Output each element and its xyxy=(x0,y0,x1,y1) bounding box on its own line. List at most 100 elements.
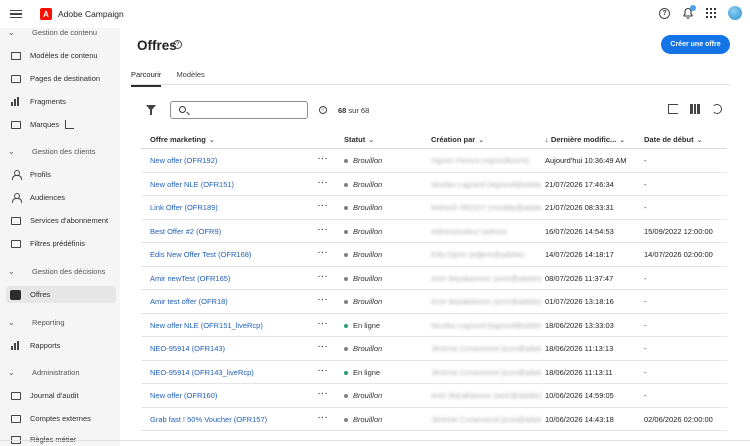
table-row[interactable]: New offer NLE (OFR151) ··· Brouillon Nicola… xyxy=(141,173,727,196)
created-by-cell: Amir Bejrakiarevic (amir@adobe) xyxy=(431,391,541,400)
table-row[interactable]: New offer (OFR192) ··· Brouillon Vignes Flo… xyxy=(141,149,727,173)
offer-name-link[interactable]: Link Offer (OFR189) xyxy=(150,203,218,212)
help-icon[interactable]: ? xyxy=(659,7,670,19)
offer-name-link[interactable]: New offer (OFR160) xyxy=(150,391,217,400)
table-row[interactable]: New offer (OFR160) ··· Brouillon Amir Bejra… xyxy=(141,384,727,408)
offer-name-link[interactable]: Grab fast ! 50% Voucher (OFR157) xyxy=(150,415,267,424)
offer-name-link[interactable]: NEO-95914 (OFR143_liveRcp) xyxy=(150,368,254,377)
section-reporting[interactable]: ⌄ Reporting xyxy=(8,318,65,327)
search-input[interactable] xyxy=(170,101,308,119)
status-badge: En ligne xyxy=(344,368,380,377)
sidebar-item-content-templates[interactable]: Modèles de contenu xyxy=(6,47,116,64)
table-row[interactable]: Link Offer (OFR189) ··· Brouillon Mahesh RE… xyxy=(141,196,727,220)
status-dot-icon xyxy=(344,253,348,258)
columns-icon[interactable] xyxy=(690,104,700,114)
section-administration[interactable]: ⌄ Administration xyxy=(8,368,80,377)
column-header-last-modified[interactable]: ↓ Dernière modific... ⌄ xyxy=(545,135,625,144)
menu-icon[interactable] xyxy=(10,10,22,18)
sidebar-item-reports[interactable]: Rapports xyxy=(6,337,116,354)
offer-name-link[interactable]: NEO-95914 (OFR143) xyxy=(150,344,225,353)
more-actions-icon[interactable]: ··· xyxy=(318,342,329,351)
notification-bell-icon[interactable] xyxy=(682,5,696,19)
sidebar-item-offers[interactable]: Offres xyxy=(6,286,116,303)
sidebar-item-subscription-services[interactable]: Services d'abonnement xyxy=(6,212,116,229)
more-actions-icon[interactable]: ··· xyxy=(318,413,329,422)
start-date-cell: - xyxy=(644,273,647,283)
status-dot-icon xyxy=(344,300,348,305)
created-by-cell: Administrateur (admin) xyxy=(431,226,507,236)
table-row[interactable]: Amir newTest (OFR165) ··· Brouillon Amir Be… xyxy=(141,267,727,290)
more-actions-icon[interactable]: ··· xyxy=(318,389,329,398)
last-modified-cell: 18/06/2026 11:13:11 xyxy=(545,367,613,377)
offer-name-link[interactable]: Best Offer #2 (OFR9) xyxy=(150,227,221,236)
table-row[interactable]: Grab fast ! 50% Voucher (OFR157) ··· Broui… xyxy=(141,408,727,431)
offer-name-link[interactable]: New offer NLE (OFR151) xyxy=(150,180,234,189)
column-header-start-date[interactable]: Date de début ⌄ xyxy=(644,135,702,144)
column-header-status[interactable]: Statut ⌄ xyxy=(344,135,374,144)
info-icon[interactable]: i xyxy=(319,106,327,114)
sidebar-item-external-accounts[interactable]: Comptes externes xyxy=(6,410,116,427)
export-icon[interactable] xyxy=(668,104,678,114)
top-bar: A Adobe Campaign ? xyxy=(0,0,750,28)
section-decision-management[interactable]: ⌄ Gestion des décisions xyxy=(8,267,105,276)
help-icon[interactable]: ? xyxy=(173,40,182,49)
status-dot-icon xyxy=(344,229,348,234)
account-icon xyxy=(10,414,21,424)
more-actions-icon[interactable]: ··· xyxy=(318,225,329,234)
last-modified-cell: 10/06/2026 14:59:05 xyxy=(545,391,614,400)
refresh-icon[interactable] xyxy=(712,104,722,114)
offer-name-link[interactable]: Amir newTest (OFR165) xyxy=(150,274,230,283)
start-date-cell: - xyxy=(644,391,647,400)
chevron-down-icon: ⌄ xyxy=(8,28,15,37)
more-actions-icon[interactable]: ··· xyxy=(318,154,329,163)
table-row[interactable]: Edis New Offer Test (OFR168) ··· Brouillon… xyxy=(141,243,727,267)
status-badge: Brouillon xyxy=(344,156,382,165)
table-row[interactable]: Amir test offer (OFR18) ··· Brouillon Amir … xyxy=(141,290,727,314)
table-row[interactable]: NEO-95914 (OFR143) ··· Brouillon Jérémie Co… xyxy=(141,337,727,361)
audience-icon xyxy=(10,193,22,203)
last-modified-cell: 21/07/2026 17:46:34 xyxy=(545,179,614,189)
sidebar-item-profiles[interactable]: Profils xyxy=(6,166,116,183)
more-actions-icon[interactable]: ··· xyxy=(318,178,329,187)
status-dot-icon xyxy=(344,417,348,422)
created-by-cell: Jérémie Conarmond (jcon@adobe) xyxy=(431,344,541,353)
table-row[interactable]: Best Offer #2 (OFR9) ··· Brouillon Administ… xyxy=(141,220,727,243)
last-modified-cell: 14/07/2026 14:18:17 xyxy=(545,250,614,259)
created-by-cell: Nicolas Lagrand (lagrand@adobe) xyxy=(431,179,541,189)
user-avatar[interactable] xyxy=(728,6,742,20)
sidebar-item-audit-log[interactable]: Journal d'audit xyxy=(6,387,116,404)
offer-name-link[interactable]: New offer (OFR192) xyxy=(150,156,217,165)
app-title: Adobe Campaign xyxy=(58,9,124,19)
status-badge: Brouillon xyxy=(344,344,382,353)
create-offer-button[interactable]: Créer une offre xyxy=(661,35,730,54)
sidebar-item-audiences[interactable]: Audiences xyxy=(6,189,116,206)
sidebar-item-landing-pages[interactable]: Pages de destination xyxy=(6,70,116,87)
more-actions-icon[interactable]: ··· xyxy=(318,295,329,304)
more-actions-icon[interactable]: ··· xyxy=(318,248,329,257)
section-customer-management[interactable]: ⌄ Gestion des clients xyxy=(8,147,95,156)
more-actions-icon[interactable]: ··· xyxy=(318,272,329,281)
more-actions-icon[interactable]: ··· xyxy=(318,201,329,210)
more-actions-icon[interactable]: ··· xyxy=(318,366,329,375)
subscription-icon xyxy=(10,216,21,226)
column-header-created-by[interactable]: Création par ⌄ xyxy=(431,135,484,144)
sidebar-item-brands[interactable]: Marques xyxy=(6,116,116,133)
sidebar-item-predefined-filters[interactable]: Filtres prédéfinis xyxy=(6,235,116,252)
table-row[interactable]: New offer NLE (OFR151_liveRcp) ··· En lign… xyxy=(141,314,727,337)
sidebar-item-business-rules[interactable]: Règles métier xyxy=(6,431,116,446)
sidebar-item-fragments[interactable]: Fragments xyxy=(6,93,116,110)
section-content-management[interactable]: ⌄ Gestion de contenu xyxy=(8,28,97,37)
offer-name-link[interactable]: Amir test offer (OFR18) xyxy=(150,297,228,306)
apps-grid-icon[interactable] xyxy=(706,8,716,18)
offer-name-link[interactable]: New offer NLE (OFR151_liveRcp) xyxy=(150,321,263,330)
column-header-offer[interactable]: Offre marketing ⌄ xyxy=(150,135,215,144)
table-row[interactable]: NEO-95914 (OFR143_liveRcp) ··· En ligne Jér… xyxy=(141,361,727,384)
notification-dot xyxy=(690,5,696,11)
more-actions-icon[interactable]: ··· xyxy=(318,319,329,328)
created-by-cell: Mahesh REDDY (mreddy@adobe) xyxy=(431,203,541,212)
offer-name-link[interactable]: Edis New Offer Test (OFR168) xyxy=(150,250,251,259)
last-modified-cell: 21/07/2026 08:33:31 xyxy=(545,203,614,212)
page-icon xyxy=(10,74,21,84)
external-link-icon[interactable] xyxy=(65,120,75,129)
filter-icon[interactable] xyxy=(146,105,156,115)
